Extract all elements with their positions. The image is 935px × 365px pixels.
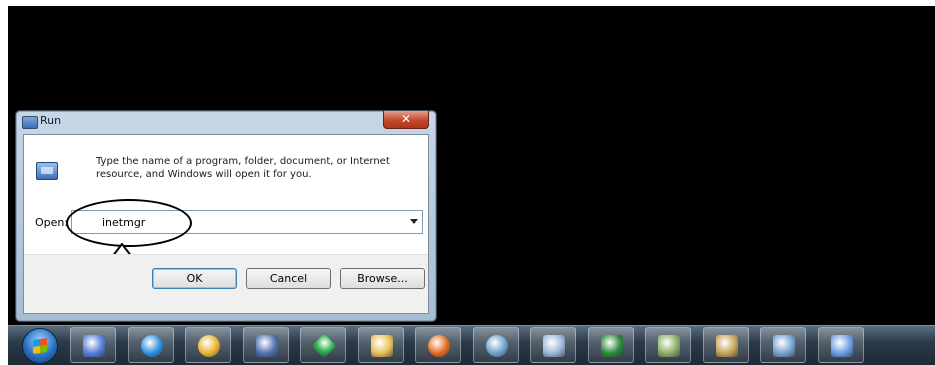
- annotation-ellipse: [66, 199, 192, 247]
- chrome-icon: [198, 335, 220, 357]
- taskbar-button[interactable]: [760, 327, 806, 363]
- excel-icon: [600, 335, 623, 357]
- ok-button[interactable]: OK: [152, 268, 237, 289]
- open-label: Open:: [35, 216, 69, 229]
- taskbar: [8, 325, 935, 365]
- taskbar-button[interactable]: [472, 327, 519, 363]
- internet-explorer-icon: [140, 335, 163, 357]
- green-diamond-app-icon: [311, 333, 337, 359]
- browse-button[interactable]: Browse...: [340, 268, 425, 289]
- windows-explorer-icon: [370, 335, 393, 357]
- taskbar-button[interactable]: [127, 327, 174, 363]
- firefox-icon: [428, 335, 450, 357]
- taskbar-button[interactable]: [242, 327, 289, 363]
- taskbar-button[interactable]: [357, 327, 404, 363]
- close-button[interactable]: ✕: [383, 111, 429, 129]
- taskbar-button[interactable]: [300, 327, 346, 363]
- network-user-icon: [255, 335, 278, 357]
- run-dialog-title: Run: [40, 114, 62, 127]
- taskbar-button[interactable]: [530, 327, 576, 363]
- windows-start-icon[interactable]: [22, 328, 58, 364]
- run-dialog-titlebar[interactable]: Run ✕: [16, 111, 436, 133]
- run-icon: [36, 162, 58, 182]
- calculator-icon: [543, 335, 565, 357]
- run-title-icon: [22, 116, 38, 129]
- run-dialog-taskbar-icon: [830, 335, 853, 357]
- cancel-button[interactable]: Cancel: [246, 268, 331, 289]
- taskbar-button[interactable]: [702, 327, 749, 363]
- image-viewer-icon: [658, 335, 680, 357]
- taskbar-button[interactable]: [415, 327, 461, 363]
- taskbar-button[interactable]: [645, 327, 691, 363]
- run-description: Type the name of a program, folder, docu…: [96, 156, 390, 180]
- media-center-icon: [83, 335, 105, 357]
- taskbar-button[interactable]: [817, 327, 864, 363]
- taskbar-button[interactable]: [185, 327, 231, 363]
- paint-icon: [773, 335, 795, 357]
- photo-folder-icon: [715, 335, 738, 357]
- taskbar-button[interactable]: [587, 327, 634, 363]
- globe-app-icon: [485, 335, 508, 357]
- chevron-down-icon[interactable]: [410, 219, 418, 224]
- run-dialog-body: Type the name of a program, folder, docu…: [23, 134, 429, 314]
- taskbar-button[interactable]: [70, 327, 116, 363]
- run-dialog: Run ✕ Type the name of a program, folder…: [15, 110, 437, 322]
